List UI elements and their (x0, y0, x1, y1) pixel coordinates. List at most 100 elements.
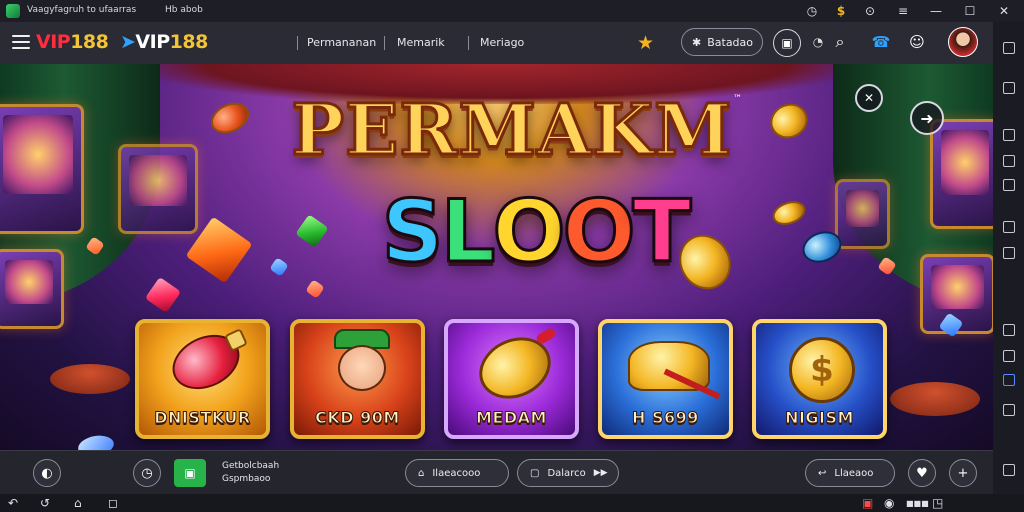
support-icon[interactable]: ☺ (905, 30, 929, 54)
sidebar-tool-icon[interactable] (1003, 324, 1015, 336)
logo2-number-text: 188 (169, 31, 209, 53)
home-nav-icon[interactable]: ⌂ (74, 496, 82, 510)
menu-icon[interactable]: ≡ (892, 1, 914, 21)
window-title: Vaagyfagruh to ufaarras (27, 5, 137, 15)
maximize-icon[interactable]: ☐ (959, 1, 981, 21)
system-nav-bar: ↶ ↺ ⌂ ◻ ▣ ◉ ■■■ ◳ (0, 494, 1024, 512)
slot-machine-decoration (0, 249, 64, 329)
trademark-symbol: ™ (733, 94, 742, 104)
sidebar-tool-icon[interactable] (1003, 129, 1015, 141)
media-icon[interactable]: ▣ (174, 459, 206, 487)
game-card-label: MEDAM (476, 408, 547, 428)
logo-vip-text: VIP (36, 31, 71, 53)
back-icon: ↩ (818, 467, 827, 479)
close-icon[interactable]: ✕ (993, 1, 1015, 21)
title-bar: Vaagyfagruh to ufaarras Hb abob ◷ $ ⊙ ≡ … (0, 0, 1024, 22)
back-pill-button[interactable]: ↩ Llaeaoo (805, 459, 895, 487)
game-card-label: H S699 (632, 408, 699, 428)
app-header: VIP188 ➤VIP188 Permananan Memarik Meriag… (0, 22, 993, 64)
title-letter: O (561, 181, 637, 284)
game-card-hs699[interactable]: H S699 (598, 319, 733, 439)
bottom-toolbar: ◐ ◷ ▣ Getbolcbaah Gspmbaoo ⌂ Ilaeacooo ▢… (0, 450, 993, 494)
sidebar-tool-icon[interactable] (1003, 221, 1015, 233)
sidebar-tool-icon[interactable] (1003, 404, 1015, 416)
game-card-label: DNISTKUR (154, 408, 251, 428)
avatar[interactable] (948, 27, 978, 57)
nav-link-permananan[interactable]: Permananan (307, 36, 376, 49)
title-letter: S (380, 181, 445, 284)
like-icon[interactable]: ♥ (908, 459, 936, 487)
game-card-label: CKD 90M (315, 408, 400, 428)
favorite-star-icon[interactable]: ★ (637, 32, 654, 54)
title-letter: O (491, 181, 567, 284)
brand-logo[interactable]: VIP188 (36, 31, 109, 53)
timer-icon[interactable]: ◷ (801, 1, 823, 21)
nav-link-meriago[interactable]: Meriago (480, 36, 524, 49)
game-card-medam[interactable]: MEDAM (444, 319, 579, 439)
nav-divider (384, 36, 385, 50)
sidebar-tool-icon[interactable] (1003, 464, 1015, 476)
nav-link-memarik[interactable]: Memarik (397, 36, 445, 49)
home-pill-button[interactable]: ⌂ Ilaeacooo (405, 459, 509, 487)
screen-status-icon[interactable]: ◳ (932, 496, 943, 510)
game-card-nigism[interactable]: $ NIGISM (752, 319, 887, 439)
slot-machine-decoration (835, 179, 890, 249)
dollar-icon: $ (789, 337, 855, 403)
coin-icon[interactable]: $ (830, 1, 852, 21)
floating-coin-decoration (764, 97, 814, 145)
sidebar-tool-icon[interactable] (1003, 374, 1015, 386)
record-status-icon[interactable]: ▣ (862, 496, 873, 510)
settings-icon[interactable]: ⊙ (859, 1, 881, 21)
location-status-icon[interactable]: ◉ (884, 496, 894, 510)
floating-coin-decoration (769, 196, 809, 230)
sidebar-tool-icon[interactable] (1003, 82, 1015, 94)
sidebar-tool-icon[interactable] (1003, 155, 1015, 167)
game-card-label: NIGISM (785, 408, 854, 428)
hamburger-menu-icon[interactable] (12, 35, 30, 49)
media-info: Getbolcbaah Gspmbaoo (222, 460, 279, 486)
back-nav-icon[interactable]: ↶ (8, 496, 18, 510)
batadao-button-label: Batadao (707, 35, 754, 49)
batadao-button[interactable]: ✱ Batadao (681, 28, 763, 56)
slot-machine-decoration (930, 119, 993, 229)
next-slide-icon[interactable]: ➜ (910, 101, 944, 135)
search-icon[interactable]: ⌕ (828, 30, 852, 54)
history-icon[interactable]: ◷ (133, 459, 161, 487)
minimize-icon[interactable]: — (925, 1, 947, 21)
close-banner-icon[interactable]: ✕ (855, 84, 883, 112)
window-subtitle: Hb abob (165, 5, 203, 15)
sidebar-tool-icon[interactable] (1003, 42, 1015, 54)
nav-divider (297, 36, 298, 50)
media-line-1: Getbolcbaah (222, 461, 280, 471)
floating-gem-decoration (144, 276, 182, 314)
toggle-icon[interactable]: ◔ (808, 32, 828, 52)
theme-icon[interactable]: ◐ (33, 459, 61, 487)
title-letter: L (439, 181, 497, 284)
dalarco-pill-button[interactable]: ▢ Dalarco ▶▶ (517, 459, 619, 487)
stool-decoration (890, 382, 980, 416)
floating-gem-decoration (305, 279, 325, 299)
sidebar-tool-icon[interactable] (1003, 179, 1015, 191)
game-card-ckd90m[interactable]: CKD 90M (290, 319, 425, 439)
brand-logo-secondary[interactable]: ➤VIP188 (120, 31, 208, 53)
arrow-logo-icon: ➤ (120, 31, 136, 53)
sparkle-icon: ✱ (692, 35, 702, 49)
floating-gem-decoration (269, 257, 289, 277)
nav-divider (468, 36, 469, 50)
sidebar-tool-icon[interactable] (1003, 247, 1015, 259)
stool-decoration (50, 364, 130, 394)
back-pill-label: Llaeaoo (834, 467, 874, 479)
hero-banner[interactable]: PERMAKM ™ SLOOT ✕ ➜ DNISTKUR CKD 90M MED… (0, 64, 993, 450)
phone-icon[interactable]: ☎ (869, 30, 893, 54)
floating-gem-decoration (76, 433, 116, 450)
floating-gem-decoration (295, 214, 329, 248)
app-window: Vaagyfagruh to ufaarras Hb abob ◷ $ ⊙ ≡ … (0, 0, 1024, 512)
add-icon[interactable]: + (949, 459, 977, 487)
sidebar-tool-icon[interactable] (1003, 350, 1015, 362)
right-sidebar (993, 22, 1024, 512)
refresh-nav-icon[interactable]: ↺ (40, 496, 50, 510)
recents-nav-icon[interactable]: ◻ (108, 496, 118, 510)
wallet-icon[interactable]: ▣ (773, 29, 801, 57)
slot-machine-decoration (118, 144, 198, 234)
game-card-dnistkur[interactable]: DNISTKUR (135, 319, 270, 439)
